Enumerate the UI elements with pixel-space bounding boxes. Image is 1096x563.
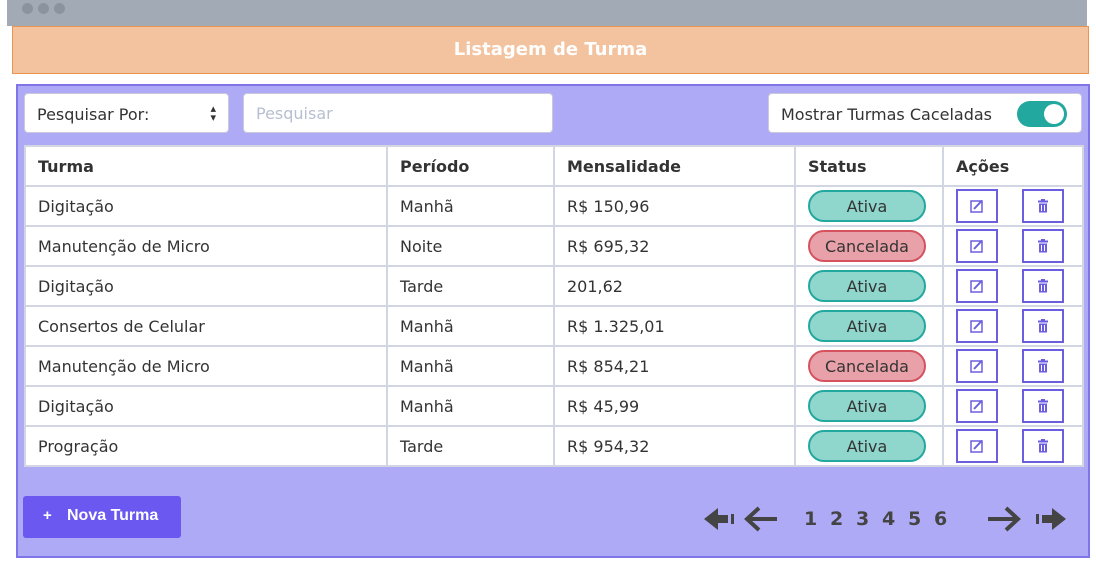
page-number-5[interactable]: 5 — [908, 508, 921, 530]
delete-button[interactable] — [1022, 389, 1064, 423]
cell-mensalidade: R$ 695,32 — [553, 225, 796, 267]
page-header: Listagem de Turma — [12, 26, 1089, 74]
pagination: 1 2 3 4 5 6 — [702, 504, 1072, 534]
cell-turma: Manutenção de Micro — [24, 225, 388, 267]
status-badge: Ativa — [808, 270, 926, 302]
cell-status: Cancelada — [794, 225, 944, 267]
cell-status: Ativa — [794, 185, 944, 227]
arrow-right-icon[interactable] — [986, 504, 1022, 538]
table-row: Digitação Manhã R$ 150,96 Ativa — [24, 185, 1084, 227]
edit-button[interactable] — [956, 349, 998, 383]
cell-turma: Consertos de Celular — [24, 305, 388, 347]
new-class-label: Nova Turma — [67, 507, 159, 524]
new-class-button[interactable]: + Nova Turma — [23, 496, 181, 538]
show-cancelled-filter: Mostrar Turmas Caceladas — [768, 93, 1082, 133]
arrow-left-icon[interactable] — [743, 504, 779, 538]
plus-icon: + — [43, 507, 52, 524]
cell-periodo: Manhã — [386, 345, 555, 387]
first-page-icon[interactable] — [702, 504, 736, 538]
delete-button[interactable] — [1022, 309, 1064, 343]
cell-status: Ativa — [794, 385, 944, 427]
cell-turma: Manutenção de Micro — [24, 345, 388, 387]
table-row: Progração Tarde R$ 954,32 Ativa — [24, 425, 1084, 467]
cell-acoes — [942, 385, 1084, 427]
cell-turma: Digitação — [24, 265, 388, 307]
edit-button[interactable] — [956, 309, 998, 343]
status-badge: Ativa — [808, 430, 926, 462]
search-by-label: Pesquisar Por: — [37, 105, 150, 124]
page-number-3[interactable]: 3 — [856, 508, 869, 530]
cell-mensalidade: R$ 45,99 — [553, 385, 796, 427]
search-by-select[interactable]: Pesquisar Por: ▴ ▾ — [24, 93, 229, 133]
window-titlebar — [7, 0, 1087, 26]
column-header-acoes: Ações — [942, 145, 1084, 187]
delete-button[interactable] — [1022, 269, 1064, 303]
cell-turma: Progração — [24, 425, 388, 467]
status-badge: Ativa — [808, 190, 926, 222]
edit-button[interactable] — [956, 389, 998, 423]
cell-status: Ativa — [794, 265, 944, 307]
column-header-status[interactable]: Status — [794, 145, 944, 187]
table-row: Digitação Manhã R$ 45,99 Ativa — [24, 385, 1084, 427]
delete-button[interactable] — [1022, 229, 1064, 263]
classes-table: Turma Período Mensalidade Status Ações D… — [24, 145, 1084, 467]
select-arrows-icon: ▴ ▾ — [210, 102, 216, 124]
column-header-turma[interactable]: Turma — [24, 145, 388, 187]
cell-mensalidade: 201,62 — [553, 265, 796, 307]
toggle-knob — [1044, 104, 1064, 124]
cell-status: Ativa — [794, 305, 944, 347]
status-badge: Cancelada — [808, 230, 926, 262]
cell-periodo: Manhã — [386, 385, 555, 427]
show-cancelled-toggle[interactable] — [1017, 101, 1067, 127]
cell-mensalidade: R$ 954,32 — [553, 425, 796, 467]
cell-turma: Digitação — [24, 385, 388, 427]
cell-periodo: Manhã — [386, 305, 555, 347]
table-row: Manutenção de Micro Noite R$ 695,32 Cancela… — [24, 225, 1084, 267]
cell-acoes — [942, 265, 1084, 307]
window-close-dot[interactable] — [22, 3, 33, 14]
edit-button[interactable] — [956, 189, 998, 223]
edit-button[interactable] — [956, 269, 998, 303]
cell-periodo: Tarde — [386, 265, 555, 307]
show-cancelled-label: Mostrar Turmas Caceladas — [781, 105, 993, 124]
cell-periodo: Tarde — [386, 425, 555, 467]
edit-button[interactable] — [956, 429, 998, 463]
cell-mensalidade: R$ 1.325,01 — [553, 305, 796, 347]
last-page-icon[interactable] — [1034, 504, 1070, 538]
cell-periodo: Manhã — [386, 185, 555, 227]
cell-acoes — [942, 425, 1084, 467]
table-row: Consertos de Celular Manhã R$ 1.325,01 Ativ… — [24, 305, 1084, 347]
page-number-2[interactable]: 2 — [830, 508, 843, 530]
window-minimize-dot[interactable] — [38, 3, 49, 14]
delete-button[interactable] — [1022, 189, 1064, 223]
cell-acoes — [942, 305, 1084, 347]
table-header-row: Turma Período Mensalidade Status Ações — [24, 145, 1084, 187]
cell-mensalidade: R$ 150,96 — [553, 185, 796, 227]
main-panel: Pesquisar Por: ▴▾ Mostrar Turmas Cacelad… — [16, 84, 1090, 558]
status-badge: Ativa — [808, 310, 926, 342]
page-number-6[interactable]: 6 — [934, 508, 947, 530]
table-row: Manutenção de Micro Manhã R$ 854,21 Cancela… — [24, 345, 1084, 387]
cell-mensalidade: R$ 854,21 — [553, 345, 796, 387]
cell-periodo: Noite — [386, 225, 555, 267]
status-badge: Ativa — [808, 390, 926, 422]
cell-acoes — [942, 185, 1084, 227]
edit-button[interactable] — [956, 229, 998, 263]
window-maximize-dot[interactable] — [54, 3, 65, 14]
delete-button[interactable] — [1022, 429, 1064, 463]
cell-acoes — [942, 345, 1084, 387]
cell-status: Cancelada — [794, 345, 944, 387]
column-header-periodo[interactable]: Período — [386, 145, 555, 187]
page-number-1[interactable]: 1 — [804, 508, 817, 530]
status-badge: Cancelada — [808, 350, 926, 382]
search-input[interactable] — [243, 93, 553, 133]
column-header-mensalidade[interactable]: Mensalidade — [553, 145, 796, 187]
cell-acoes — [942, 225, 1084, 267]
page-title: Listagem de Turma — [453, 39, 648, 60]
page-number-4[interactable]: 4 — [882, 508, 895, 530]
table-row: Digitação Tarde 201,62 Ativa — [24, 265, 1084, 307]
cell-status: Ativa — [794, 425, 944, 467]
delete-button[interactable] — [1022, 349, 1064, 383]
cell-turma: Digitação — [24, 185, 388, 227]
